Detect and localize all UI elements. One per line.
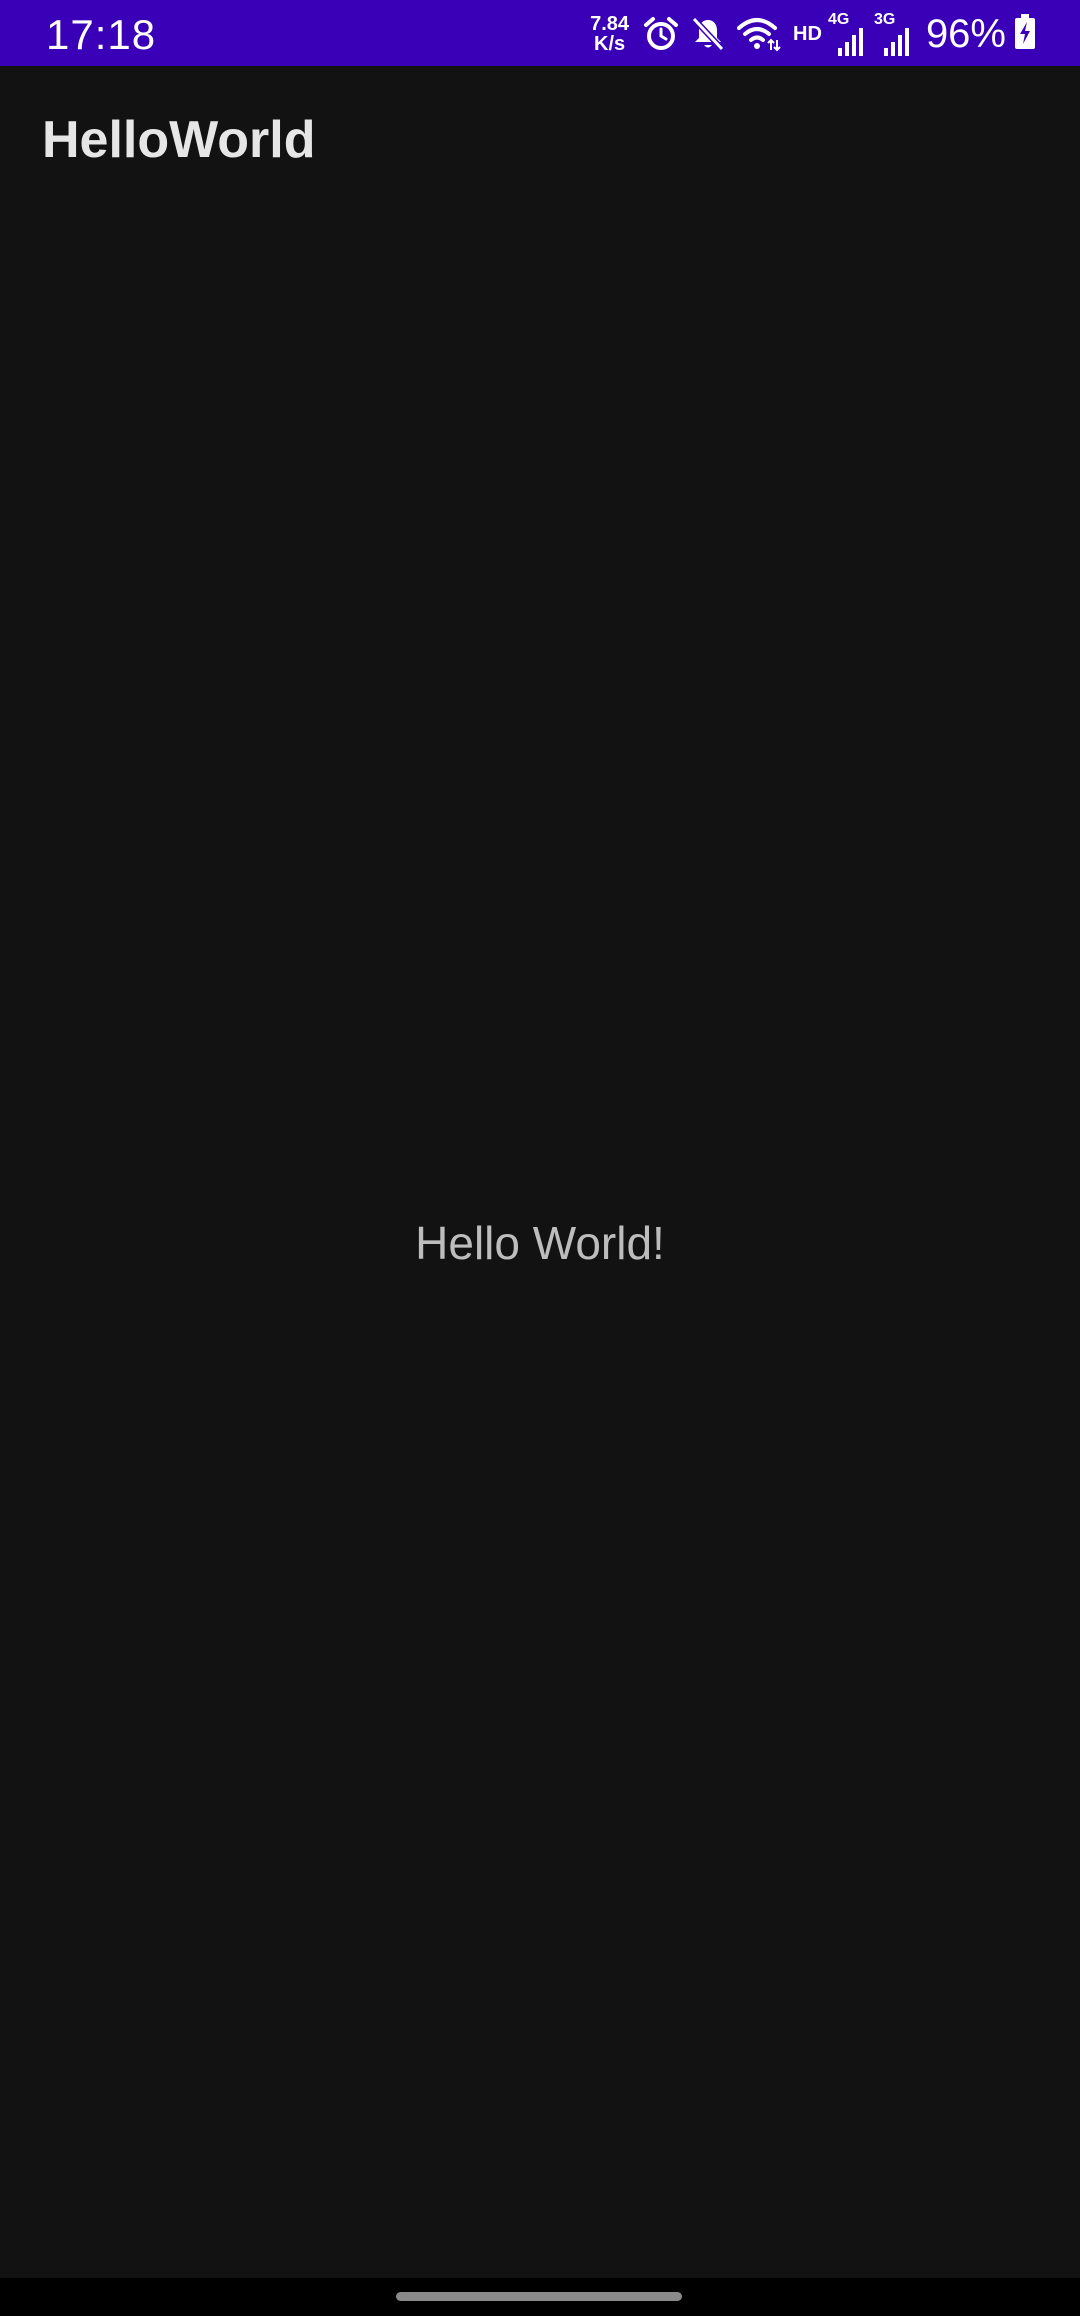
status-time: 17:18 bbox=[46, 11, 157, 58]
signal-icon: 4G bbox=[828, 12, 866, 56]
status-bar: 17:18 7.84 K/s HD 4G 3G 96% bbox=[0, 0, 1080, 66]
wifi-icon bbox=[737, 16, 781, 52]
battery-percentage: 96% bbox=[925, 12, 1006, 56]
hd-label: HD bbox=[793, 22, 822, 45]
navigation-bar bbox=[0, 2278, 1080, 2316]
alarm-icon bbox=[643, 16, 679, 52]
app-screen: HelloWorld Hello World! bbox=[0, 66, 1080, 2278]
hello-world-text: Hello World! bbox=[415, 1217, 665, 1269]
mute-icon bbox=[691, 16, 725, 52]
signal-icon: 3G bbox=[874, 12, 912, 56]
network-speed-unit: K/s bbox=[594, 33, 626, 55]
network-speed: 7.84 K/s bbox=[590, 14, 629, 54]
app-title: HelloWorld bbox=[42, 111, 316, 169]
network-speed-value: 7.84 bbox=[590, 13, 630, 35]
gesture-handle[interactable] bbox=[396, 2292, 682, 2301]
status-icons: 7.84 K/s HD 4G 3G 96% bbox=[590, 10, 1036, 58]
battery-charging-icon bbox=[1014, 13, 1036, 55]
